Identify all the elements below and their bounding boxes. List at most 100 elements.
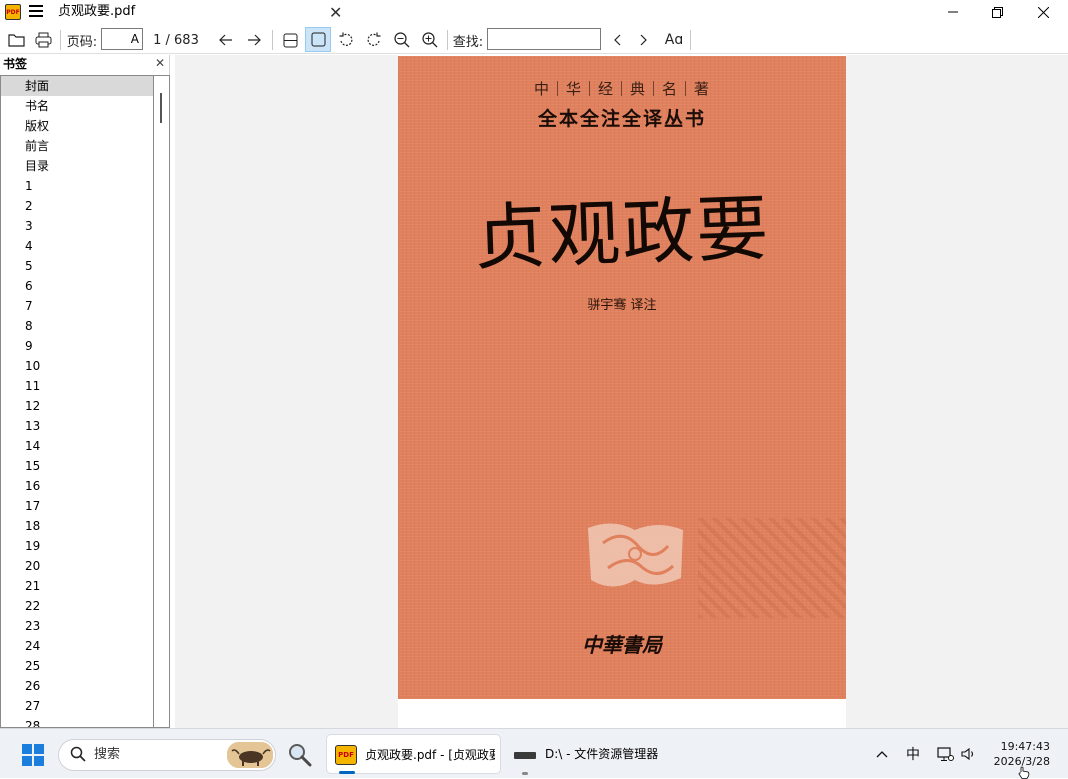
bookmark-item[interactable]: 24 xyxy=(1,636,154,656)
series-subtitle: 全本全注全译丛书 xyxy=(537,108,706,130)
open-folder-icon[interactable] xyxy=(5,26,27,54)
fit-page-icon[interactable] xyxy=(305,27,331,52)
rotate-right-icon[interactable] xyxy=(363,26,385,54)
bookmark-item[interactable]: 16 xyxy=(1,476,154,496)
bookmark-item[interactable]: 17 xyxy=(1,496,154,516)
scrollbar-thumb[interactable] xyxy=(160,93,162,123)
network-icon[interactable] xyxy=(934,729,956,779)
page-count: 1 / 683 xyxy=(153,32,199,48)
explorer-task-label: D:\ - 文件资源管理器 xyxy=(545,747,659,761)
bookmark-item[interactable]: 8 xyxy=(1,316,154,336)
document-viewer[interactable]: 中｜华｜经｜典｜名｜著 全本全注全译丛书 贞观政要 骈宇骞 译注 中華書局 xyxy=(175,55,1068,728)
toolbar-separator xyxy=(447,30,448,50)
match-case-button[interactable]: Aɑ xyxy=(661,26,687,54)
pdf-task-label: 贞观政要.pdf - [贞观政要 xyxy=(365,748,495,762)
publisher-name: 中華書局 xyxy=(582,633,662,657)
cover-pattern xyxy=(698,518,846,618)
bookmark-item[interactable]: 目录 xyxy=(1,156,154,176)
pdf-page: 中｜华｜经｜典｜名｜著 全本全注全译丛书 贞观政要 骈宇骞 译注 中華書局 xyxy=(398,55,846,728)
bookmark-item[interactable]: 27 xyxy=(1,696,154,716)
taskbar-search[interactable]: 搜索 xyxy=(58,739,276,771)
toolbar: 页码: A 1 / 683 查找: Aɑ xyxy=(0,26,1068,54)
taskbar: 搜索 PDF 贞观政要.pdf - [贞观政要 D:\ - 文件资源管理器 中 … xyxy=(0,728,1068,779)
bookmark-item[interactable]: 2 xyxy=(1,196,154,216)
find-label: 查找: xyxy=(452,34,484,50)
running-indicator xyxy=(522,772,528,775)
bookmark-item[interactable]: 28 xyxy=(1,716,154,727)
series-title: 中｜华｜经｜典｜名｜著 xyxy=(533,80,710,98)
close-bookmarks-icon[interactable]: ✕ xyxy=(155,56,165,70)
book-title: 贞观政要 xyxy=(472,185,772,281)
bookmarks-title: 书签 xyxy=(3,57,28,71)
rotate-left-icon[interactable] xyxy=(335,26,357,54)
bookmark-item[interactable]: 23 xyxy=(1,616,154,636)
bookmark-item[interactable]: 13 xyxy=(1,416,154,436)
bookmark-item[interactable]: 9 xyxy=(1,336,154,356)
document-tab[interactable]: 贞观政要.pdf xyxy=(58,0,135,26)
pdf-reader-app: PDF 贞观政要.pdf ✕ 页码: A 1 / 683 查找: Aɑ 书签 ✕… xyxy=(0,0,1068,779)
drive-icon xyxy=(514,752,536,759)
bookmark-item[interactable]: 19 xyxy=(1,536,154,556)
bookmark-item[interactable]: 26 xyxy=(1,676,154,696)
bookmark-item[interactable]: 11 xyxy=(1,376,154,396)
start-windows-icon[interactable] xyxy=(22,744,44,766)
minimize-button[interactable] xyxy=(930,0,976,24)
show-hidden-icons-chevron-icon[interactable] xyxy=(872,729,892,779)
tab-close-icon[interactable]: ✕ xyxy=(329,3,342,22)
bookmark-item[interactable]: 5 xyxy=(1,256,154,276)
bookmark-item[interactable]: 1 xyxy=(1,176,154,196)
bookmark-scrollbar[interactable] xyxy=(153,75,170,728)
find-input[interactable] xyxy=(487,28,601,50)
bookmark-item[interactable]: 15 xyxy=(1,456,154,476)
pdf-app-icon: PDF xyxy=(335,745,357,765)
close-window-button[interactable] xyxy=(1020,0,1066,24)
bookmark-item[interactable]: 22 xyxy=(1,596,154,616)
bookmark-item[interactable]: 4 xyxy=(1,236,154,256)
taskbar-file-explorer[interactable]: D:\ - 文件资源管理器 xyxy=(505,734,675,775)
ime-indicator[interactable]: 中 xyxy=(902,729,924,779)
find-prev-chevron-icon[interactable] xyxy=(607,26,627,54)
bookmark-item[interactable]: 6 xyxy=(1,276,154,296)
book-cover: 中｜华｜经｜典｜名｜著 全本全注全译丛书 贞观政要 骈宇骞 译注 中華書局 xyxy=(398,56,846,699)
page-number-input[interactable]: A xyxy=(101,28,143,50)
bookmark-item[interactable]: 10 xyxy=(1,356,154,376)
bookmark-item[interactable]: 前言 xyxy=(1,136,154,156)
bookmark-item[interactable]: 20 xyxy=(1,556,154,576)
bookmark-item[interactable]: 书名 xyxy=(1,96,154,116)
volume-icon[interactable] xyxy=(958,729,980,779)
menu-icon[interactable] xyxy=(29,5,43,19)
zoom-in-icon[interactable] xyxy=(419,26,441,54)
next-page-arrow-icon[interactable] xyxy=(243,26,265,54)
title-bar: PDF 贞观政要.pdf ✕ xyxy=(0,0,1068,26)
bookmark-item[interactable]: 12 xyxy=(1,396,154,416)
bookmark-item[interactable]: 7 xyxy=(1,296,154,316)
bookmark-list: 封面 书名 版权 前言 目录 1 2 3 4 5 6 7 8 9 10 11 12 13 14 15 16 17 18 19 2… xyxy=(0,75,154,728)
system-clock[interactable]: 19:47:43 2026/3/28 xyxy=(990,739,1050,769)
bookmark-item[interactable]: 3 xyxy=(1,216,154,236)
bookmark-item[interactable]: 封面 xyxy=(1,76,154,96)
bookmark-item[interactable]: 25 xyxy=(1,656,154,676)
zoom-out-icon[interactable] xyxy=(391,26,413,54)
find-next-chevron-icon[interactable] xyxy=(634,26,654,54)
bookmark-item[interactable]: 14 xyxy=(1,436,154,456)
toolbar-separator xyxy=(272,30,273,50)
restore-button[interactable] xyxy=(974,0,1020,24)
hand-cursor-icon xyxy=(1018,766,1030,779)
bookmark-item[interactable]: 18 xyxy=(1,516,154,536)
search-highlight-image xyxy=(227,742,273,768)
bookmark-item[interactable]: 版权 xyxy=(1,116,154,136)
active-indicator xyxy=(339,771,355,774)
taskbar-pdf-app[interactable]: PDF 贞观政要.pdf - [贞观政要 xyxy=(326,734,501,774)
print-icon[interactable] xyxy=(32,26,54,54)
bookmark-item[interactable]: 21 xyxy=(1,576,154,596)
magnifier-app-icon[interactable] xyxy=(287,742,313,768)
search-placeholder: 搜索 xyxy=(94,747,121,762)
toolbar-separator xyxy=(60,30,61,50)
prev-page-arrow-icon[interactable] xyxy=(215,26,237,54)
app-logo-icon[interactable]: PDF xyxy=(5,4,21,20)
toolbar-separator xyxy=(690,30,691,50)
dragon-emblem-icon xyxy=(588,523,683,587)
fit-width-icon[interactable] xyxy=(279,26,301,54)
book-author: 骈宇骞 译注 xyxy=(587,298,657,313)
bookmarks-panel: 书签 ✕ 封面 书名 版权 前言 目录 1 2 3 4 5 6 7 8 9 10 11 12 13 14 15 16 17… xyxy=(0,55,170,728)
